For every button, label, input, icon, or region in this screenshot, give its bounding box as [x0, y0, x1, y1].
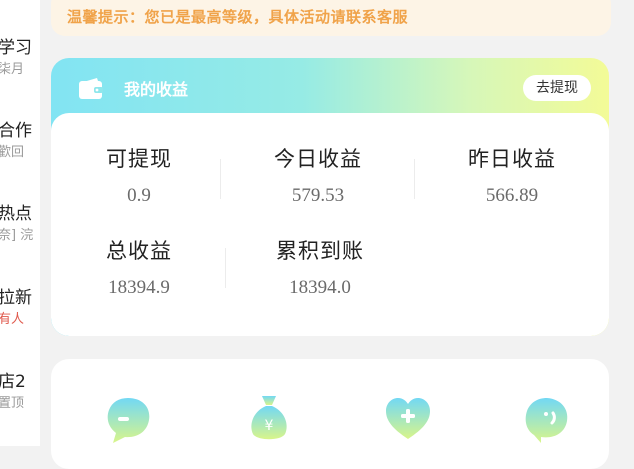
stat-today: 今日收益 579.53 — [233, 146, 403, 208]
chat-bubble-icon[interactable] — [103, 390, 153, 446]
background-list: 学习 柒月 合作 歡回 热点 奈] 浣 拉新 有人 店2 置顶 — [0, 0, 40, 446]
stat-value: 566.89 — [485, 185, 539, 206]
smile-bubble-icon[interactable] — [521, 390, 571, 446]
stat-label: 总收益 — [106, 239, 172, 263]
divider — [225, 248, 226, 288]
stat-label: 昨日收益 — [468, 147, 556, 171]
stat-value: 0.9 — [127, 185, 151, 206]
list-item[interactable]: 合作 歡回 — [0, 121, 40, 161]
notice-text: 温馨提示：您已是最高等级，具体活动请联系客服 — [67, 8, 409, 26]
stat-value: 579.53 — [291, 185, 345, 206]
stat-label: 累积到账 — [276, 239, 364, 263]
earnings-stats: 可提现 0.9 今日收益 579.53 昨日收益 566.89 总收益 1839… — [51, 113, 609, 336]
list-item-subtitle: 歡回 — [0, 145, 25, 160]
stat-withdrawable: 可提现 0.9 — [54, 146, 224, 208]
list-item-title: 合作 — [0, 121, 32, 141]
feature-card: ¥ — [51, 359, 609, 469]
list-item-title: 热点 — [0, 204, 32, 224]
list-item-title: 拉新 — [0, 288, 32, 308]
list-item[interactable]: 店2 置顶 — [0, 372, 40, 412]
notice-banner: 温馨提示：您已是最高等级，具体活动请联系客服 — [51, 0, 611, 36]
earnings-title: 我的收益 — [124, 80, 189, 99]
stat-value: 18394.0 — [289, 277, 351, 298]
list-item-title: 学习 — [0, 38, 32, 58]
divider — [220, 159, 221, 199]
withdraw-button[interactable]: 去提现 — [523, 75, 591, 101]
list-item-subtitle: 奈] 浣 — [0, 228, 34, 243]
list-item-subtitle: 有人 — [0, 312, 25, 327]
stat-label: 可提现 — [106, 147, 172, 171]
list-item[interactable]: 拉新 有人 — [0, 288, 40, 328]
stat-yesterday: 昨日收益 566.89 — [427, 146, 597, 208]
wallet-icon — [79, 78, 103, 99]
list-item[interactable]: 热点 奈] 浣 — [0, 204, 40, 244]
list-item-subtitle: 置顶 — [0, 396, 25, 411]
divider — [414, 159, 415, 199]
heart-plus-icon[interactable] — [383, 390, 433, 446]
list-item[interactable]: 学习 柒月 — [0, 38, 40, 78]
stat-total: 总收益 18394.9 — [54, 238, 224, 300]
money-bag-icon[interactable]: ¥ — [244, 390, 294, 446]
earnings-card: 我的收益 去提现 可提现 0.9 今日收益 579.53 昨日收益 566.89… — [51, 58, 609, 336]
stat-label: 今日收益 — [274, 147, 362, 171]
stat-accumulated: 累积到账 18394.0 — [235, 238, 405, 300]
list-item-subtitle: 柒月 — [0, 62, 25, 77]
stat-value: 18394.9 — [108, 277, 170, 298]
svg-text:¥: ¥ — [265, 418, 274, 434]
list-item-title: 店2 — [0, 372, 26, 392]
